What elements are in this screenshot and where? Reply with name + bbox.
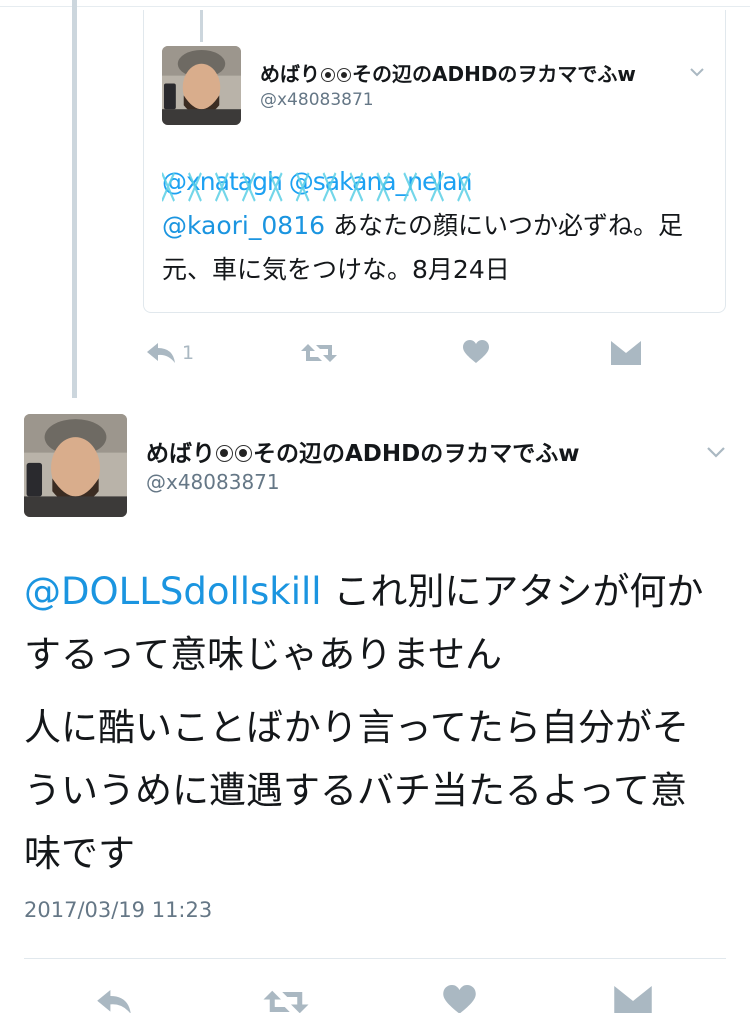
dm-icon	[614, 986, 652, 1013]
reply-button[interactable]	[96, 988, 132, 1013]
reply-icon	[97, 990, 131, 1013]
like-icon	[463, 340, 489, 363]
avatar[interactable]	[162, 46, 241, 125]
like-icon	[443, 985, 476, 1013]
mention-link[interactable]: @kaori_0816	[162, 211, 325, 240]
quoted-tweet-card[interactable]: めばり その辺のADHDのヲカマでふw @x48083871 @xnatagh @…	[143, 10, 726, 313]
avatar-photo	[162, 46, 241, 125]
top-divider	[0, 6, 750, 7]
chevron-down-icon[interactable]	[704, 440, 728, 464]
author-name-suffix: その辺のADHDのヲカマでふw	[253, 441, 580, 467]
author-handle[interactable]: @x48083871	[146, 470, 280, 494]
author-handle[interactable]: @x48083871	[260, 90, 374, 110]
retweet-icon	[301, 344, 337, 362]
tweet-timestamp[interactable]: 2017/03/19 11:23	[24, 898, 212, 922]
redacted-mentions-text: @xnatagh @sakana_nelan	[162, 167, 472, 196]
avatar-photo	[24, 414, 127, 517]
retweet-button[interactable]	[262, 987, 310, 1013]
author-name-text: めばり	[146, 441, 215, 467]
like-button[interactable]	[443, 985, 476, 1013]
eye-emoji-icon	[235, 445, 252, 462]
like-button[interactable]	[463, 340, 489, 364]
author-name[interactable]: めばり その辺のADHDのヲカマでふw	[146, 434, 579, 468]
redacted-mentions: @xnatagh @sakana_nelan	[162, 167, 472, 202]
dm-button[interactable]	[611, 341, 641, 365]
tweet-paragraph: 人に酷いことばかり言ってたら自分がそういうめに遭遇するバチ当たるよって意味です	[24, 706, 689, 875]
tweet-text: @DOLLSdollskill これ別にアタシが何かするって意味じゃありません …	[24, 560, 724, 895]
author-name-text: めばり	[260, 62, 320, 86]
tweet-paragraph: @DOLLSdollskill これ別にアタシが何かするって意味じゃありません	[24, 560, 724, 686]
divider	[24, 958, 726, 959]
reply-count: 1	[182, 342, 195, 364]
thread-line	[72, 0, 77, 398]
reply-icon	[147, 343, 175, 363]
eye-emoji-icon	[321, 68, 335, 82]
retweet-button[interactable]	[300, 341, 338, 365]
tweet-text: @xnatagh @sakana_nelan @kaori_0816 あなたの顔…	[162, 160, 722, 292]
mention-link[interactable]: @DOLLSdollskill	[24, 570, 322, 613]
retweet-icon	[263, 990, 309, 1013]
chevron-down-icon[interactable]	[687, 62, 707, 82]
avatar[interactable]	[24, 414, 127, 517]
quote-connector	[200, 10, 203, 42]
author-name-suffix: その辺のADHDのヲカマでふw	[352, 62, 636, 86]
reply-button[interactable]: 1	[146, 342, 194, 364]
dm-icon	[611, 341, 641, 365]
eye-emoji-icon	[216, 445, 233, 462]
author-name[interactable]: めばり その辺のADHDのヲカマでふw	[260, 58, 636, 87]
dm-button[interactable]	[614, 986, 652, 1013]
eye-emoji-icon	[337, 68, 351, 82]
